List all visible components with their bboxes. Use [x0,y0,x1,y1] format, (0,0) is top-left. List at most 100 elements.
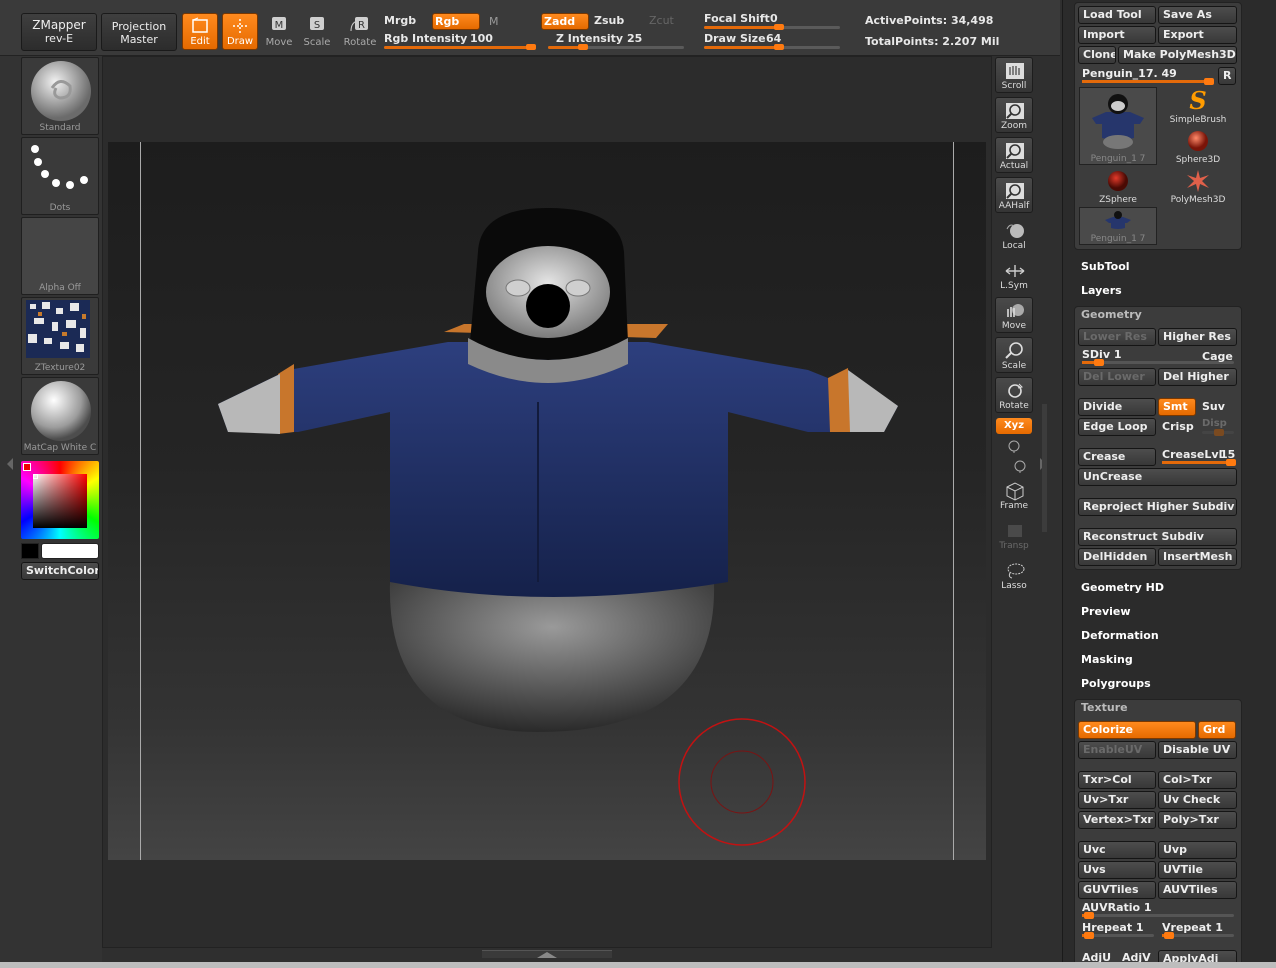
rgb-toggle[interactable]: Rgb [432,13,480,30]
draw-button[interactable]: Draw [222,13,258,50]
view-scale-button[interactable]: Scale [995,337,1033,373]
tool-item-simplebrush[interactable]: S SimpleBrush [1159,87,1237,125]
sdiv-slider[interactable]: SDiv 1 [1078,348,1234,366]
zcut-toggle[interactable]: Zcut [649,14,674,27]
primary-color-swatch[interactable] [41,543,99,559]
crisp-toggle[interactable]: Crisp [1162,420,1194,433]
guvtiles-button[interactable]: GUVTiles [1078,881,1156,899]
local-button[interactable]: Local [995,217,1033,253]
actual-button[interactable]: Actual [995,137,1033,173]
view-rotate-button[interactable]: Rotate [995,377,1033,413]
hrepeat-slider[interactable]: Hrepeat 1 [1078,920,1156,939]
reconstruct-button[interactable]: Reconstruct Subdiv [1078,528,1237,546]
r-button[interactable]: R [1218,67,1236,85]
stroke-thumbnail[interactable]: Dots [21,137,99,215]
projection-master-button[interactable]: Projection Master [101,13,177,51]
uvp-button[interactable]: Uvp [1158,841,1237,859]
canvas[interactable] [108,142,986,860]
brush-thumbnail[interactable]: Standard [21,57,99,135]
focal-shift-slider[interactable]: Focal Shift 0 [704,12,844,30]
txr-col-button[interactable]: Txr>Col [1078,771,1156,789]
layers-menu[interactable]: Layers [1081,284,1122,297]
rotate-y-icon[interactable] [1006,438,1022,454]
enableuv-button[interactable]: EnableUV [1078,741,1156,759]
uv-txr-button[interactable]: Uv>Txr [1078,791,1156,809]
m-toggle[interactable]: M [489,15,499,28]
scroll-button[interactable]: Scroll [995,57,1033,93]
edge-loop-button[interactable]: Edge Loop [1078,418,1156,436]
uvc-button[interactable]: Uvc [1078,841,1156,859]
suv-toggle[interactable]: Suv [1202,400,1225,413]
del-lower-button[interactable]: Del Lower [1078,368,1156,386]
lower-res-button[interactable]: Lower Res [1078,328,1156,346]
export-button[interactable]: Export [1158,26,1237,44]
lasso-button[interactable]: Lasso [995,557,1033,593]
save-as-button[interactable]: Save As [1158,6,1237,24]
switch-color-button[interactable]: SwitchColor [21,562,99,580]
zoom-button[interactable]: Zoom [995,97,1033,133]
load-tool-button[interactable]: Load Tool [1078,6,1156,24]
masking-menu[interactable]: Masking [1081,653,1133,666]
make-polymesh-button[interactable]: Make PolyMesh3D [1118,46,1237,64]
disp-slider[interactable]: Disp [1200,418,1236,436]
draw-size-slider[interactable]: Draw Size 64 [704,32,844,50]
auvtiles-button[interactable]: AUVTiles [1158,881,1237,899]
uncrease-button[interactable]: UnCrease [1078,468,1237,486]
poly-txr-button[interactable]: Poly>Txr [1158,811,1237,829]
left-divider-arrow[interactable] [7,458,13,470]
import-button[interactable]: Import [1078,26,1156,44]
tool-item-sphere3d[interactable]: Sphere3D [1159,127,1237,165]
secondary-color-swatch[interactable] [21,543,39,559]
rotate-z-icon[interactable] [1012,458,1028,474]
frame-button[interactable]: Frame [995,477,1033,513]
texture-header[interactable]: Texture [1081,701,1128,714]
crease-level-slider[interactable]: CreaseLvl 15 [1158,446,1238,466]
polygroups-menu[interactable]: Polygroups [1081,677,1151,690]
uvtile-button[interactable]: UVTile [1158,861,1237,879]
texture-thumbnail[interactable]: ZTexture02 [21,297,99,375]
view-move-button[interactable]: Move [995,297,1033,333]
vrepeat-slider[interactable]: Vrepeat 1 [1158,920,1237,939]
zsub-toggle[interactable]: Zsub [594,14,624,27]
current-tool-slider[interactable]: Penguin_17. 49 [1078,67,1218,85]
right-scroll-strip[interactable] [1042,404,1047,532]
material-thumbnail[interactable]: MatCap White C [21,377,99,455]
colorize-toggle[interactable]: Colorize [1078,721,1196,739]
transp-button[interactable]: Transp [995,517,1033,553]
alpha-thumbnail[interactable]: Alpha Off [21,217,99,295]
subtool-menu[interactable]: SubTool [1081,260,1130,273]
scale-button[interactable]: S Scale [300,15,334,49]
col-txr-button[interactable]: Col>Txr [1158,771,1237,789]
tool-item-penguin-small[interactable]: Penguin_1 7 [1079,207,1157,245]
cage-button[interactable]: Cage [1202,350,1233,363]
disable-uv-button[interactable]: Disable UV [1158,741,1237,759]
lsym-button[interactable]: L.Sym [995,257,1033,293]
preview-menu[interactable]: Preview [1081,605,1131,618]
uvs-button[interactable]: Uvs [1078,861,1156,879]
vertex-txr-button[interactable]: Vertex>Txr [1078,811,1156,829]
delhidden-button[interactable]: DelHidden [1078,548,1156,566]
bottom-tray-handle[interactable] [482,950,612,958]
z-intensity-slider[interactable]: Z Intensity 25 [548,32,688,50]
crease-button[interactable]: Crease [1078,448,1156,466]
divide-button[interactable]: Divide [1078,398,1156,416]
move-button[interactable]: M Move [262,15,296,49]
zmapper-button[interactable]: ZMapper rev-E [21,13,97,51]
rotate-button[interactable]: R Rotate [342,15,378,49]
zadd-toggle[interactable]: Zadd [541,13,589,30]
color-picker[interactable] [21,461,99,539]
del-higher-button[interactable]: Del Higher [1158,368,1237,386]
smt-toggle[interactable]: Smt [1158,398,1196,416]
color-picker-square[interactable] [33,474,87,528]
mrgb-toggle[interactable]: Mrgb [384,14,416,27]
tool-item-polymesh3d[interactable]: PolyMesh3D [1159,167,1237,205]
geometry-hd-menu[interactable]: Geometry HD [1081,581,1164,594]
tool-item-penguin[interactable]: Penguin_1 7 [1079,87,1157,165]
uv-check-button[interactable]: Uv Check [1158,791,1237,809]
xyz-toggle[interactable]: Xyz [996,418,1032,434]
penguin-model[interactable] [108,142,986,860]
auvratio-slider[interactable]: AUVRatio 1 [1078,900,1237,919]
geometry-header[interactable]: Geometry [1081,308,1142,321]
tool-item-zsphere[interactable]: ZSphere [1079,167,1157,205]
deformation-menu[interactable]: Deformation [1081,629,1159,642]
